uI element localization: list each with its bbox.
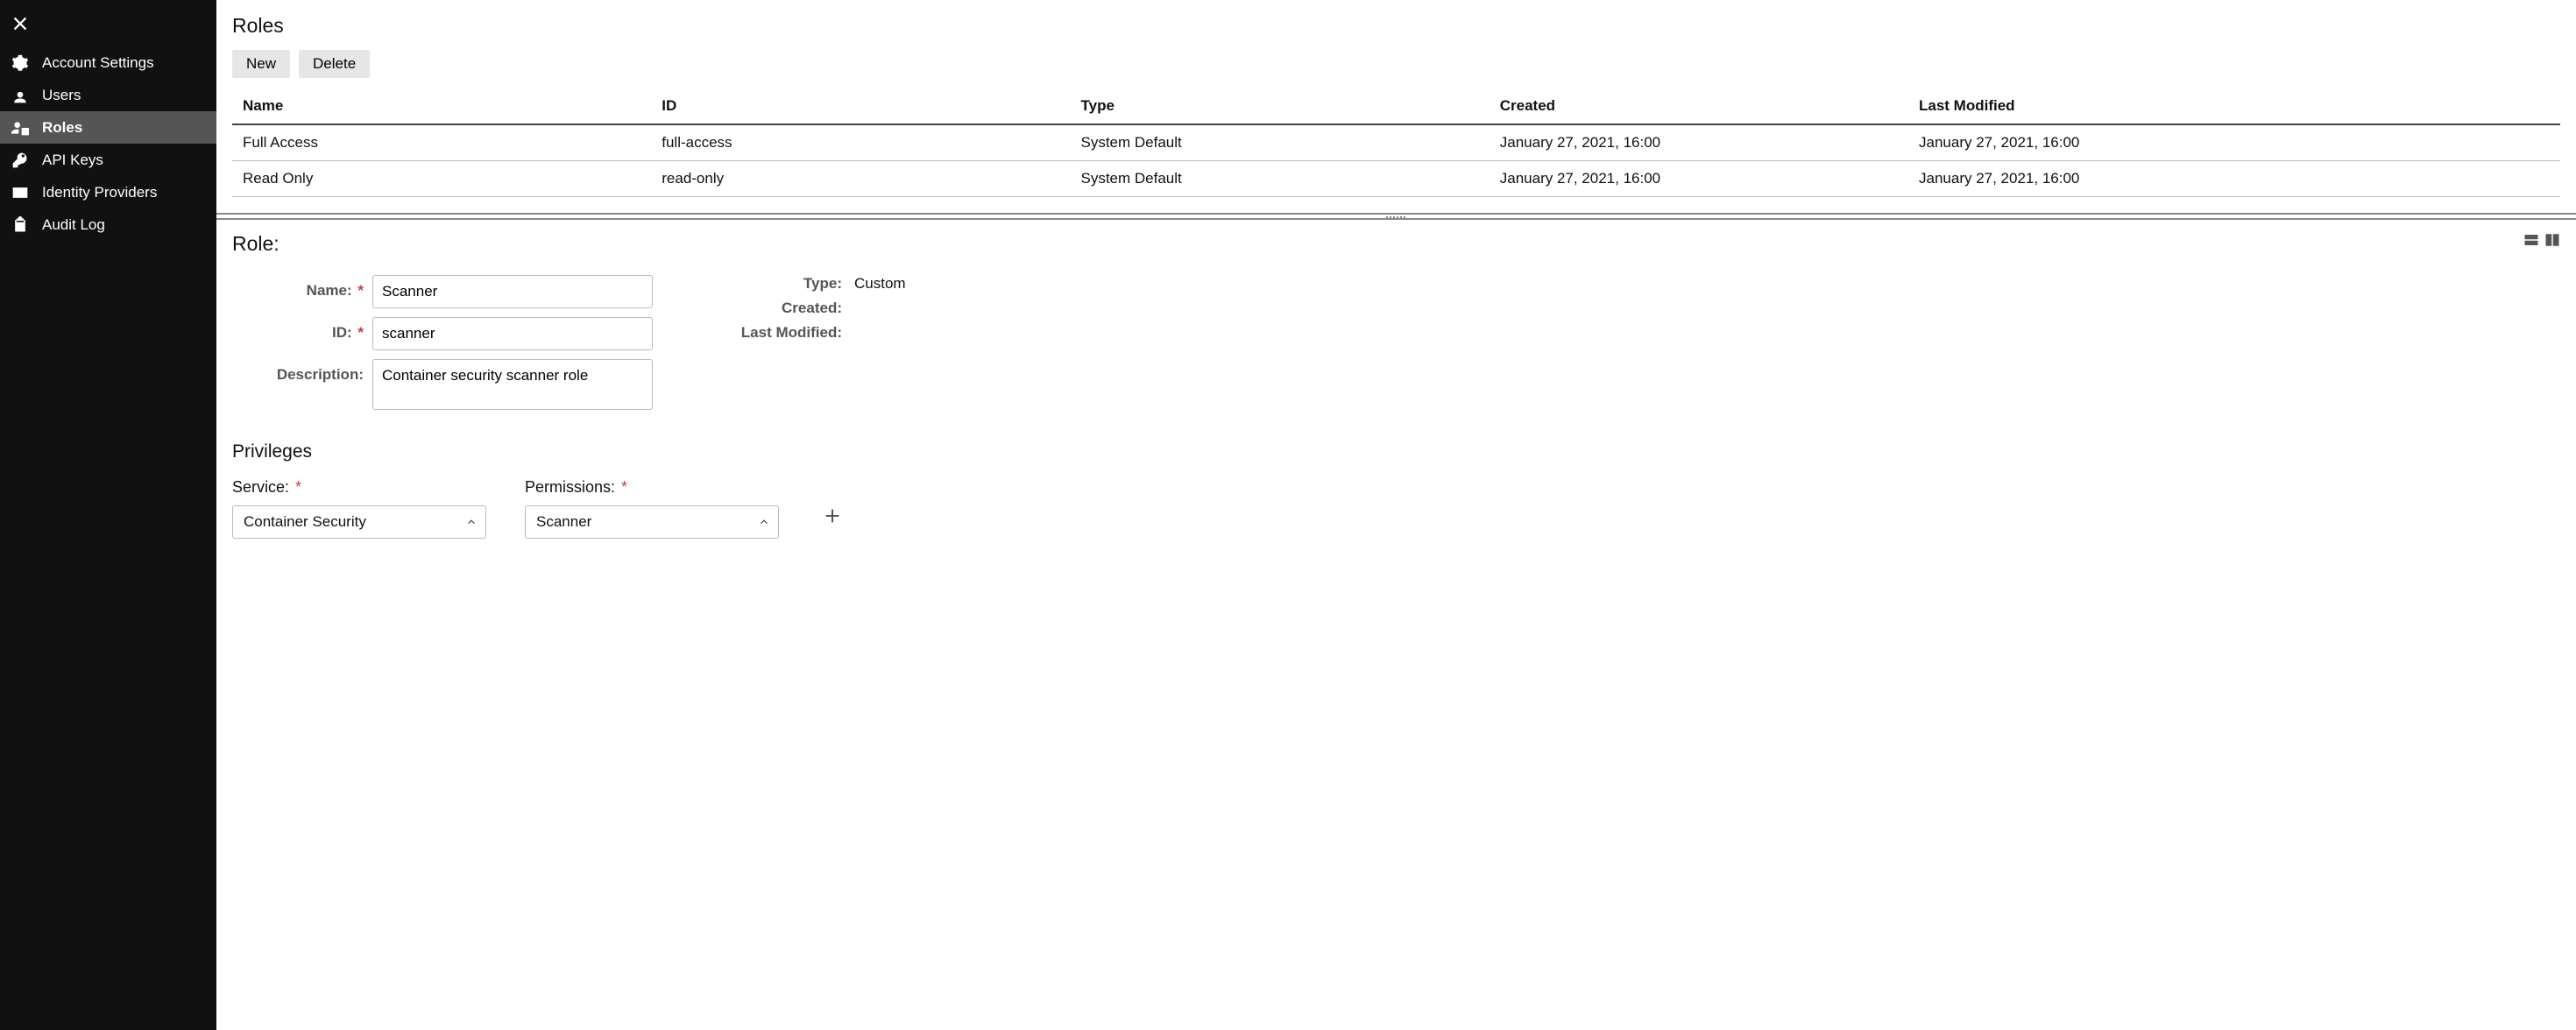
sidebar-item-api-keys[interactable]: API Keys — [0, 144, 216, 176]
sidebar-item-account-settings[interactable]: Account Settings — [0, 46, 216, 79]
detail-title: Role: — [232, 232, 280, 256]
users-icon — [11, 87, 30, 104]
roles-icon — [11, 119, 30, 137]
layout-horizontal-icon[interactable] — [2523, 232, 2539, 252]
sidebar-item-label: Audit Log — [42, 216, 105, 234]
sidebar-item-audit-log[interactable]: Audit Log — [0, 208, 216, 241]
type-label: Type: — [732, 275, 854, 293]
sidebar-item-label: API Keys — [42, 152, 103, 169]
sidebar-item-users[interactable]: Users — [0, 79, 216, 111]
chevron-up-icon — [758, 516, 770, 528]
chevron-up-icon — [465, 516, 478, 528]
sidebar-item-roles[interactable]: Roles — [0, 111, 216, 144]
pane-splitter[interactable] — [216, 213, 2576, 220]
sidebar-item-identity-providers[interactable]: Identity Providers — [0, 176, 216, 208]
created-label: Created: — [732, 300, 854, 317]
col-type[interactable]: Type — [1071, 90, 1490, 124]
roles-list-pane: Roles New Delete Name ID Type Created La… — [216, 0, 2576, 197]
col-created[interactable]: Created — [1490, 90, 1908, 124]
gear-icon — [11, 54, 30, 72]
sidebar-item-label: Roles — [42, 119, 82, 137]
description-input[interactable]: Container security scanner role — [372, 359, 653, 410]
clipboard-icon — [11, 216, 30, 234]
type-value: Custom — [854, 275, 906, 293]
role-detail-pane: Role: Name: * ID: * Description: Contain… — [216, 220, 2576, 560]
close-icon[interactable] — [11, 22, 30, 37]
roles-table: Name ID Type Created Last Modified Full … — [232, 90, 2560, 197]
col-id[interactable]: ID — [651, 90, 1070, 124]
table-row[interactable]: Full Access full-access System Default J… — [232, 124, 2560, 161]
permissions-select[interactable]: Scanner — [525, 505, 779, 539]
sidebar-item-label: Users — [42, 87, 81, 104]
sidebar-item-label: Identity Providers — [42, 184, 157, 201]
page-title: Roles — [232, 14, 2560, 38]
sidebar-item-label: Account Settings — [42, 54, 154, 72]
id-input[interactable] — [372, 317, 653, 350]
layout-vertical-icon[interactable] — [2544, 232, 2560, 252]
delete-button[interactable]: Delete — [299, 50, 370, 78]
sidebar: Account Settings Users Roles API Keys Id… — [0, 0, 216, 1030]
service-select[interactable]: Container Security — [232, 505, 486, 539]
name-label: Name: * — [258, 275, 372, 300]
service-label: Service: * — [232, 478, 486, 497]
id-card-icon — [11, 184, 30, 201]
main-content: Roles New Delete Name ID Type Created La… — [216, 0, 2576, 1030]
id-label: ID: * — [258, 317, 372, 342]
meta-block: Type: Custom Created: Last Modified: — [732, 275, 906, 349]
col-modified[interactable]: Last Modified — [1908, 90, 2560, 124]
key-icon — [11, 152, 30, 169]
privileges-title: Privileges — [232, 441, 2560, 462]
name-input[interactable] — [372, 275, 653, 308]
modified-label: Last Modified: — [732, 324, 854, 342]
new-button[interactable]: New — [232, 50, 290, 78]
permissions-label: Permissions: * — [525, 478, 779, 497]
description-label: Description: — [258, 359, 372, 384]
table-row[interactable]: Read Only read-only System Default Janua… — [232, 161, 2560, 197]
col-name[interactable]: Name — [232, 90, 651, 124]
add-privilege-button[interactable] — [817, 501, 847, 535]
